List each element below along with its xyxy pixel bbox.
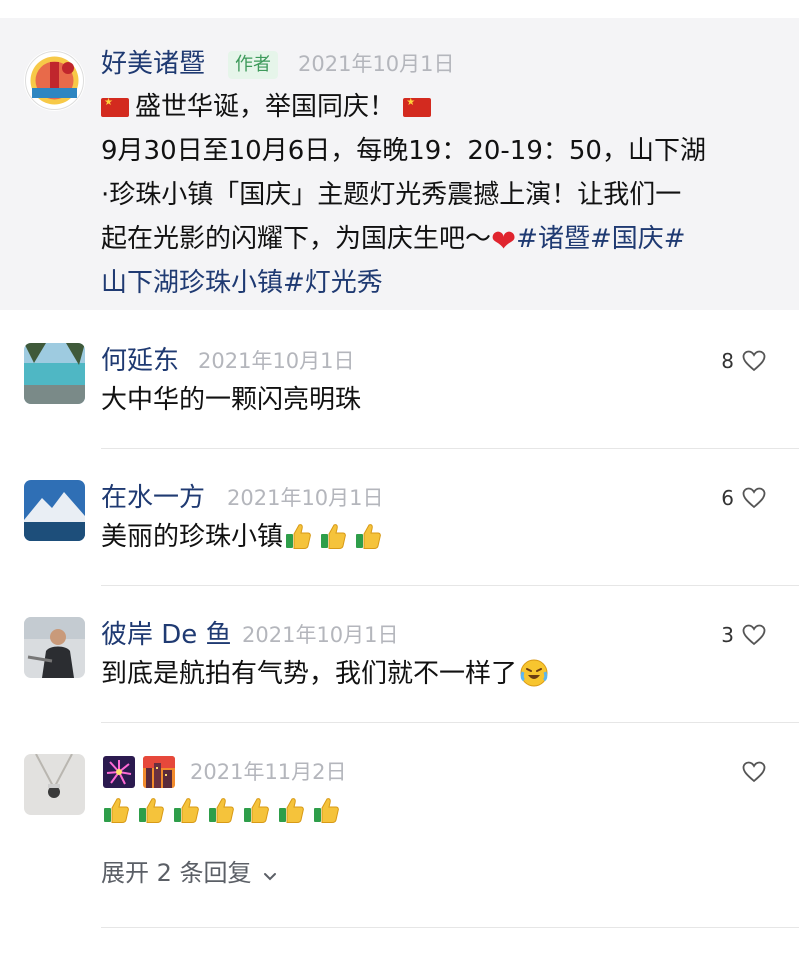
post-line-4-text: 起在光影的闪耀下，为国庆生吧～ — [101, 224, 492, 254]
commenter-name[interactable]: 何延东 — [101, 345, 179, 377]
fireworks-emoji-icon — [103, 756, 135, 788]
like-count: 3 — [721, 623, 734, 647]
comment-text: 到底是航拍有气势，我们就不一样了 — [101, 659, 518, 689]
post-hashtag-line[interactable]: 山下湖珍珠小镇#灯光秀 — [101, 261, 771, 305]
post-headline: 盛世华诞，举国同庆！ — [135, 92, 396, 122]
expand-replies-button[interactable]: 展开 2 条回复 — [101, 856, 278, 890]
comment-date: 2021年10月1日 — [242, 623, 399, 647]
like-count: 8 — [721, 349, 734, 373]
thumbs-up-icon — [174, 798, 199, 823]
like-count: 6 — [721, 486, 734, 510]
like-button[interactable]: 3 — [721, 619, 766, 651]
post-line-2: 9月30日至10月6日，每晚19：20-19：50，山下湖 — [101, 136, 706, 166]
thumbs-up-icon — [321, 524, 346, 549]
thumbs-up-icon — [104, 798, 129, 823]
author-name[interactable]: 好美诸暨 — [101, 48, 205, 80]
thumbs-up-icon — [314, 798, 339, 823]
heart-outline-icon — [742, 487, 766, 509]
comment-divider — [101, 722, 799, 723]
comment-text-row — [101, 793, 346, 829]
commenter-avatar[interactable] — [24, 754, 85, 815]
comment-divider — [101, 585, 799, 586]
comment-text-row: 到底是航拍有气势，我们就不一样了 — [101, 656, 549, 692]
post-date: 2021年10月1日 — [298, 52, 455, 76]
heart-outline-icon — [742, 624, 766, 646]
author-post: 好美诸暨 作者 2021年10月1日 盛世华诞，举国同庆！ 9月30日至10月6… — [0, 18, 799, 310]
comment-date: 2021年11月2日 — [190, 760, 347, 784]
post-line-3: ·珍珠小镇「国庆」主题灯光秀震撼上演！让我们一 — [101, 180, 682, 210]
thumbs-up-icon — [286, 524, 311, 549]
like-button[interactable]: 8 — [721, 345, 766, 377]
thumbs-up-icon — [244, 798, 269, 823]
like-button[interactable] — [742, 756, 766, 788]
post-line-4: 起在光影的闪耀下，为国庆生吧～❤#诸暨#国庆# — [101, 217, 771, 261]
heart-outline-icon — [742, 350, 766, 372]
commenter-name[interactable]: 彼岸 De 鱼 — [101, 619, 232, 651]
post-line-1: 盛世华诞，举国同庆！ — [101, 85, 771, 129]
comment-date: 2021年10月1日 — [227, 486, 384, 510]
expand-replies-label: 展开 2 条回复 — [101, 859, 252, 887]
china-flag-icon — [403, 97, 432, 117]
comment-text: 美丽的珍珠小镇 — [101, 522, 284, 552]
red-heart-icon: ❤ — [491, 224, 517, 259]
post-content: 盛世华诞，举国同庆！ 9月30日至10月6日，每晚19：20-19：50，山下湖… — [101, 85, 771, 305]
heart-outline-icon — [742, 761, 766, 783]
thumbs-up-icon — [139, 798, 164, 823]
author-badge: 作者 — [228, 51, 278, 79]
thumbs-up-icon — [356, 524, 381, 549]
thumbs-up-icon — [279, 798, 304, 823]
chevron-down-icon — [263, 873, 276, 881]
commenter-name[interactable]: 在水一方 — [101, 482, 205, 514]
laughing-crying-emoji-icon — [520, 659, 548, 687]
commenter-avatar[interactable] — [24, 343, 85, 404]
china-flag-icon — [101, 97, 129, 117]
comment-text: 大中华的一颗闪亮明珠 — [101, 385, 362, 415]
comment-divider — [101, 448, 799, 449]
comment-date: 2021年10月1日 — [198, 349, 355, 373]
post-hashtags[interactable]: #诸暨#国庆# — [516, 224, 685, 254]
comment-divider — [101, 927, 799, 928]
thumbs-up-icon — [209, 798, 234, 823]
commenter-avatar[interactable] — [24, 617, 85, 678]
city-sunset-emoji-icon — [143, 756, 175, 788]
author-avatar[interactable] — [24, 50, 85, 111]
like-button[interactable]: 6 — [721, 482, 766, 514]
comment-text-row: 美丽的珍珠小镇 — [101, 519, 388, 555]
commenter-avatar[interactable] — [24, 480, 85, 541]
